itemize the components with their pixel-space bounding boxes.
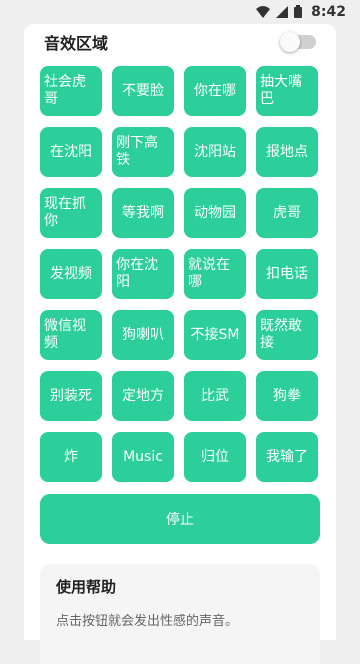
sound-button[interactable]: 社会虎哥 bbox=[40, 66, 102, 116]
sound-button[interactable]: 不接SM bbox=[184, 310, 246, 360]
sound-area-header: 音效区域 bbox=[44, 30, 316, 54]
sound-button[interactable]: 等我啊 bbox=[112, 188, 174, 238]
sound-button[interactable]: 报地点 bbox=[256, 127, 318, 177]
sound-button[interactable]: 你在哪 bbox=[184, 66, 246, 116]
help-text: 点击按钮就会发出性感的声音。 bbox=[56, 614, 239, 629]
status-icons bbox=[256, 5, 302, 18]
sound-button-grid: 社会虎哥 不要脸 你在哪 抽大嘴巴 在沈阳 刚下高铁 沈阳站 报地点 现在抓你 … bbox=[40, 66, 321, 482]
help-title: 使用帮助 bbox=[56, 578, 117, 596]
sound-button[interactable]: 现在抓你 bbox=[40, 188, 102, 238]
sound-button[interactable]: 既然敢接 bbox=[256, 310, 318, 360]
sound-button[interactable]: 不要脸 bbox=[112, 66, 174, 116]
sound-button[interactable]: 动物园 bbox=[184, 188, 246, 238]
toggle-knob bbox=[280, 32, 300, 52]
sound-button[interactable]: 虎哥 bbox=[256, 188, 318, 238]
sound-button[interactable]: 沈阳站 bbox=[184, 127, 246, 177]
sound-button[interactable]: 定地方 bbox=[112, 371, 174, 421]
signal-icon bbox=[276, 5, 288, 18]
sound-area-toggle[interactable] bbox=[280, 32, 316, 52]
sound-button[interactable]: 你在沈阳 bbox=[112, 249, 174, 299]
sound-button[interactable]: 我输了 bbox=[256, 432, 318, 482]
sound-button[interactable]: 刚下高铁 bbox=[112, 127, 174, 177]
sound-button[interactable]: 归位 bbox=[184, 432, 246, 482]
sound-button[interactable]: 在沈阳 bbox=[40, 127, 102, 177]
battery-icon bbox=[294, 5, 302, 18]
help-panel: 使用帮助 点击按钮就会发出性感的声音。 bbox=[40, 564, 320, 664]
sound-button[interactable]: 抽大嘴巴 bbox=[256, 66, 318, 116]
sound-card: 音效区域 社会虎哥 不要脸 你在哪 抽大嘴巴 在沈阳 刚下高铁 沈阳站 报地点 … bbox=[24, 24, 336, 664]
sound-button[interactable]: 微信视频 bbox=[40, 310, 102, 360]
sound-button[interactable]: 别装死 bbox=[40, 371, 102, 421]
wifi-icon bbox=[256, 5, 270, 18]
status-bar: 8:42 bbox=[0, 0, 360, 24]
sound-button[interactable]: 比武 bbox=[184, 371, 246, 421]
sound-button[interactable]: 扣电话 bbox=[256, 249, 318, 299]
stop-button[interactable]: 停止 bbox=[40, 494, 320, 544]
sound-button[interactable]: 发视频 bbox=[40, 249, 102, 299]
sound-button[interactable]: Music bbox=[112, 432, 174, 482]
status-time: 8:42 bbox=[311, 4, 346, 20]
sound-button[interactable]: 狗拳 bbox=[256, 371, 318, 421]
sound-button[interactable]: 狗喇叭 bbox=[112, 310, 174, 360]
sound-button[interactable]: 就说在哪 bbox=[184, 249, 246, 299]
sound-button[interactable]: 炸 bbox=[40, 432, 102, 482]
sound-area-title: 音效区域 bbox=[44, 34, 109, 53]
